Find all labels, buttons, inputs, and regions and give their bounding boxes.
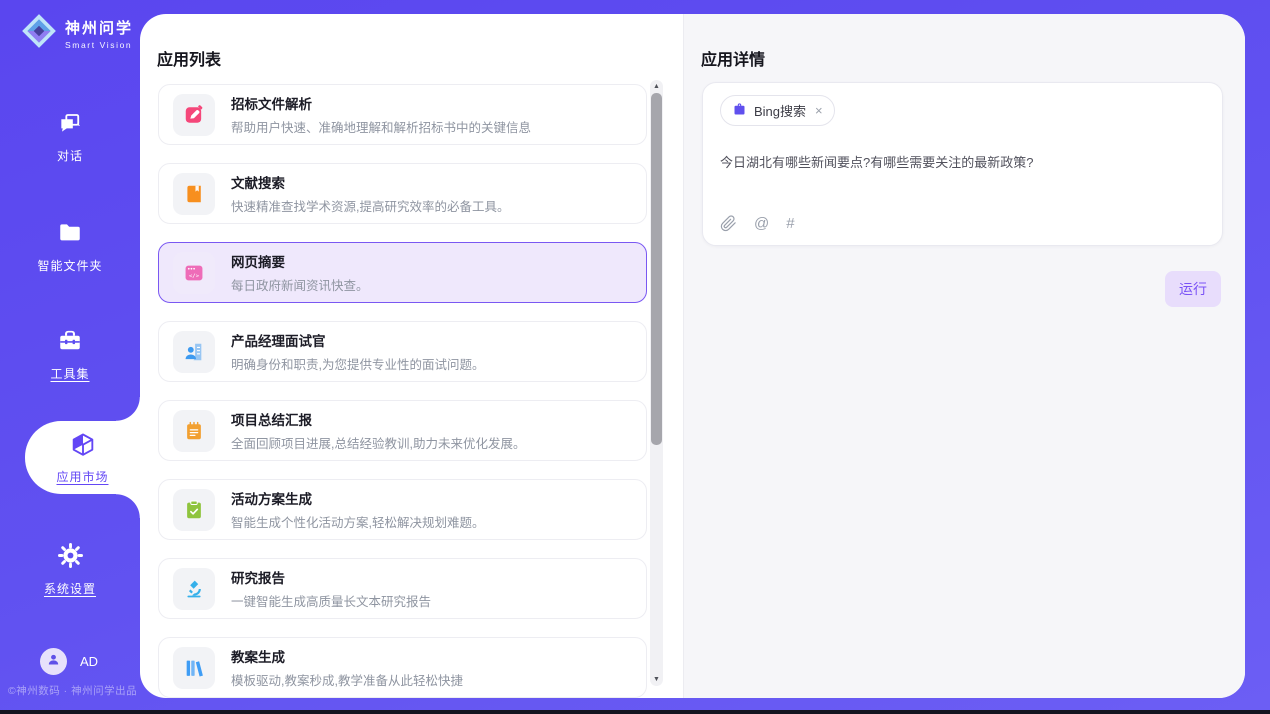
briefcase-icon [732,102,747,120]
composer-toolbar: @# [720,215,795,232]
books-icon [173,647,215,689]
app-list-item[interactable]: 招标文件解析帮助用户快速、准确地理解和解析招标书中的关键信息 [158,84,647,145]
diamond-logo-icon [20,12,58,55]
app-item-name: 网页摘要 [231,251,369,271]
scrollbar-down-icon[interactable]: ▼ [650,676,663,683]
app-list-scrollbar[interactable]: ▲ ▼ [650,80,663,686]
sidebar-item-0[interactable]: 对话 [0,110,140,164]
main-panel: 应用列表 招标文件解析帮助用户快速、准确地理解和解析招标书中的关键信息文献搜索快… [140,14,1245,698]
person-doc-icon [173,331,215,373]
svg-text:</>: </> [189,273,200,279]
sidebar-item-1[interactable]: 智能文件夹 [0,220,140,274]
app-list-item[interactable]: 教案生成模板驱动,教案秒成,教学准备从此轻松快捷 [158,637,647,698]
app-list-item[interactable]: 产品经理面试官明确身份和职责,为您提供专业性的面试问题。 [158,321,647,382]
gear-icon [57,542,84,574]
prompt-input[interactable]: 今日湖北有哪些新闻要点?有哪些需要关注的最新政策? [720,152,1202,171]
brand-subtitle: Smart Vision [65,40,133,50]
sidebar-item-label: 系统设置 [44,580,96,597]
sidebar-item-label: 应用市场 [56,468,108,485]
notepad-icon [173,410,215,452]
app-item-name: 研究报告 [231,567,431,587]
sidebar-footer: ©神州数码 · 神州问学出品 [8,683,137,698]
book-icon [173,173,215,215]
app-list-item[interactable]: 文献搜索快速精准查找学术资源,提高研究效率的必备工具。 [158,163,647,224]
browser-code-icon: </> [173,252,215,294]
app-item-description: 快速精准查找学术资源,提高研究效率的必备工具。 [231,196,509,215]
app-item-description: 全面回顾项目进展,总结经验教训,助力未来优化发展。 [231,433,525,452]
app-list-title: 应用列表 [157,46,221,70]
app-item-description: 智能生成个性化活动方案,轻松解决规划难题。 [231,512,484,531]
app-list-item[interactable]: </> 网页摘要每日政府新闻资讯快查。 [158,242,647,303]
toolbox-icon [57,328,83,359]
app-list-item[interactable]: 研究报告一键智能生成高质量长文本研究报告 [158,558,647,619]
user-name: AD [80,654,98,669]
app-detail-title: 应用详情 [701,46,765,70]
sidebar-item-3[interactable]: 应用市场 [25,421,140,494]
sidebar-item-2[interactable]: 工具集 [0,328,140,382]
prompt-composer[interactable]: Bing搜索 × 今日湖北有哪些新闻要点?有哪些需要关注的最新政策? @# [702,82,1223,246]
app-item-name: 文献搜索 [231,172,509,192]
app-item-name: 招标文件解析 [231,93,531,113]
brand-name: 神州问学 [65,17,133,38]
sidebar-item-label: 对话 [57,147,83,164]
avatar[interactable] [40,648,67,675]
app-item-name: 项目总结汇报 [231,409,525,429]
person-icon [45,651,62,673]
scrollbar-thumb[interactable] [651,93,662,445]
scrollbar-up-icon[interactable]: ▲ [650,83,663,90]
app-item-description: 帮助用户快速、准确地理解和解析招标书中的关键信息 [231,117,531,136]
app-detail-panel: 应用详情 Bing搜索 × 今日湖北有哪些新闻要点?有哪些需要关注的最新政策? … [683,14,1245,698]
sidebar-item-label: 智能文件夹 [37,257,102,274]
sidebar-item-label: 工具集 [50,365,89,382]
clipboard-check-icon [173,489,215,531]
app-item-description: 每日政府新闻资讯快查。 [231,275,369,294]
edit-square-icon [173,94,215,136]
app-list-item[interactable]: 项目总结汇报全面回顾项目进展,总结经验教训,助力未来优化发展。 [158,400,647,461]
app-list: 招标文件解析帮助用户快速、准确地理解和解析招标书中的关键信息文献搜索快速精准查找… [158,84,647,698]
app-item-description: 一键智能生成高质量长文本研究报告 [231,591,431,610]
chat-icon [57,110,83,141]
bottom-edge-strip [0,710,1270,714]
cube-icon [69,431,97,464]
at-icon[interactable]: @ [754,215,769,232]
app-item-description: 模板驱动,教案秒成,教学准备从此轻松快捷 [231,670,463,689]
tool-chip-label: Bing搜索 [754,101,806,120]
sidebar: 神州问学 Smart Vision 对话智能文件夹工具集应用市场系统设置 AD … [0,0,140,714]
folder-icon [57,220,83,251]
brand-logo: 神州问学 Smart Vision [20,12,133,55]
hash-icon[interactable]: # [786,215,794,232]
tool-chip-bing-search[interactable]: Bing搜索 × [720,95,835,126]
paperclip-icon[interactable] [720,215,737,232]
chip-close-icon[interactable]: × [815,103,823,118]
microscope-icon [173,568,215,610]
user-account[interactable]: AD [40,648,98,675]
app-item-name: 教案生成 [231,646,463,666]
run-button[interactable]: 运行 [1165,271,1221,307]
app-item-name: 活动方案生成 [231,488,484,508]
app-item-name: 产品经理面试官 [231,330,484,350]
sidebar-item-4[interactable]: 系统设置 [0,542,140,597]
app-list-panel: 应用列表 招标文件解析帮助用户快速、准确地理解和解析招标书中的关键信息文献搜索快… [140,14,683,698]
app-list-item[interactable]: 活动方案生成智能生成个性化活动方案,轻松解决规划难题。 [158,479,647,540]
app-item-description: 明确身份和职责,为您提供专业性的面试问题。 [231,354,484,373]
